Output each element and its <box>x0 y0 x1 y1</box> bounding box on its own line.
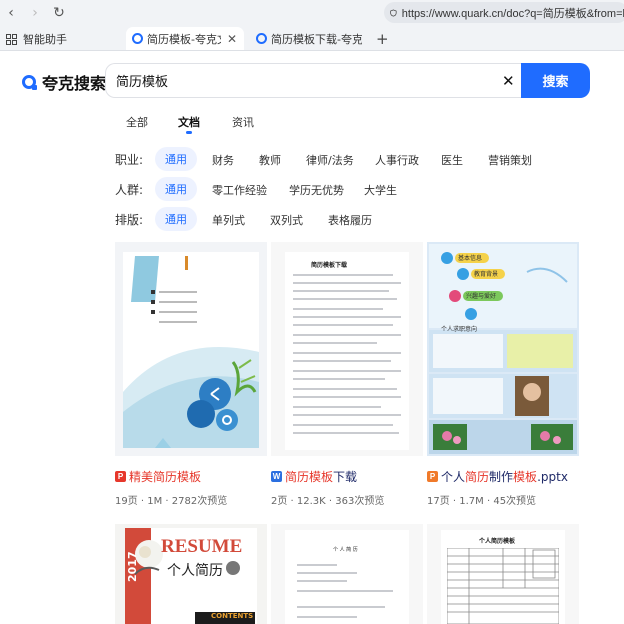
tab-docs[interactable]: 文档 <box>178 114 200 130</box>
result-meta-1: 19页 · 1M · 2782次预览 <box>115 496 228 507</box>
tab-all[interactable]: 全部 <box>126 114 148 130</box>
result-meta-3: 17页 · 1.7M · 45次预览 <box>427 496 537 507</box>
doc-heading: 个人简历模板 <box>479 538 516 545</box>
table-preview-image <box>447 548 559 624</box>
quark-favicon-icon <box>256 33 267 44</box>
resume-heading: RESUME <box>161 536 243 557</box>
title-highlight: 模板 <box>513 470 538 484</box>
result-thumbnail-5[interactable]: 个 人 简 历 <box>271 524 423 624</box>
result-thumbnail-2[interactable]: 简历模板下载 <box>271 242 423 456</box>
active-tab-indicator <box>186 131 192 134</box>
title-rest: .pptx <box>537 469 568 484</box>
crowd-option[interactable]: 通用 <box>155 177 197 201</box>
layout-option[interactable]: 通用 <box>155 207 197 231</box>
browser-toolbar: ‹ › ↻ https://www.quark.cn/doc?q=简历模板&fr… <box>0 0 624 26</box>
grid-icon <box>6 33 17 45</box>
ppt-item: 教育背景 <box>474 271 499 278</box>
job-filter-label: 职业: <box>115 153 144 167</box>
clear-icon[interactable]: ✕ <box>502 72 515 90</box>
tab-inactive[interactable]: 简历模板下载-夸克文档 <box>250 27 368 50</box>
job-option[interactable]: 财务 <box>212 152 234 168</box>
ppt-item: 兴趣与爱好 <box>466 293 497 300</box>
resume-contents: CONTENTS <box>211 612 254 620</box>
title-part: 制作 <box>489 470 514 484</box>
word-icon: W <box>271 471 282 482</box>
job-option[interactable]: 营销策划 <box>488 152 532 168</box>
url-text: https://www.quark.cn/doc?q=简历模板&from=k <box>401 7 624 20</box>
tab-active[interactable]: 简历模板-夸克文档 ✕ <box>126 27 244 50</box>
resume-preview-image <box>115 242 267 456</box>
new-tab-button[interactable]: + <box>376 30 389 48</box>
layout-filter-label: 排版: <box>115 213 144 227</box>
address-bar[interactable]: https://www.quark.cn/doc?q=简历模板&from=k <box>384 2 624 23</box>
result-thumbnail-1[interactable] <box>115 242 267 456</box>
doc-heading: 简历模板下载 <box>311 262 348 269</box>
quark-logo-icon <box>22 75 37 90</box>
tab-bar: 智能助手 简历模板-夸克文档 ✕ 简历模板下载-夸克文档 <box>0 26 624 51</box>
back-icon[interactable]: ‹ <box>2 4 20 22</box>
title-highlight: 精美简历模板 <box>129 470 202 484</box>
title-highlight: 简历 <box>465 470 490 484</box>
assistant-button[interactable]: 智能助手 <box>6 31 67 47</box>
crowd-option[interactable]: 零工作经验 <box>212 182 267 198</box>
tab-news[interactable]: 资讯 <box>232 114 254 130</box>
title-rest: 下载 <box>333 470 358 484</box>
assistant-label: 智能助手 <box>23 33 67 46</box>
pdf-icon: P <box>115 471 126 482</box>
job-option[interactable]: 律师/法务 <box>306 152 354 168</box>
job-option[interactable]: 教师 <box>259 152 281 168</box>
resume-year: 2017 <box>126 551 139 582</box>
quark-favicon-icon <box>132 33 143 44</box>
ppt-item: 基本信息 <box>458 255 483 262</box>
logo-text: 夸克搜索 <box>42 74 107 93</box>
crowd-filter-label: 人群: <box>115 183 144 197</box>
tab-label: 简历模板下载-夸克文档 <box>271 32 362 46</box>
ppt-preview-image <box>429 244 577 454</box>
search-box: ✕ <box>105 63 521 98</box>
ppt-item: 个人求职意向 <box>441 326 478 333</box>
ppt-icon: P <box>427 471 438 482</box>
job-option[interactable]: 人事行政 <box>375 152 419 168</box>
result-title-2[interactable]: W 简历模板 下载 <box>271 468 357 485</box>
tab-label: 简历模板-夸克文档 <box>147 32 221 46</box>
crowd-option[interactable]: 学历无优势 <box>289 182 344 198</box>
search-input[interactable] <box>116 64 486 97</box>
layout-option[interactable]: 单列式 <box>212 212 245 228</box>
close-tab-icon[interactable]: ✕ <box>227 32 237 46</box>
shield-icon <box>390 9 397 16</box>
search-button[interactable]: 搜索 <box>521 63 590 98</box>
job-option[interactable]: 通用 <box>155 147 197 171</box>
result-thumbnail-3[interactable]: 基本信息 教育背景 兴趣与爱好 个人求职意向 <box>427 242 579 456</box>
layout-option[interactable]: 表格履历 <box>328 212 372 228</box>
resume-subheading: 个人简历 <box>167 563 223 579</box>
quark-logo[interactable]: 夸克搜索 <box>22 70 106 94</box>
job-option[interactable]: 医生 <box>441 152 463 168</box>
layout-option[interactable]: 双列式 <box>270 212 303 228</box>
result-title-1[interactable]: P 精美简历模板 <box>115 468 201 485</box>
result-title-3[interactable]: P 个人 简历 制作 模板 .pptx <box>427 468 568 485</box>
result-meta-2: 2页 · 12.3K · 363次预览 <box>271 496 385 507</box>
crowd-option[interactable]: 大学生 <box>364 182 397 198</box>
result-thumbnail-6[interactable]: 个人简历模板 <box>427 524 579 624</box>
result-thumbnail-4[interactable]: RESUME 个人简历 2017 CONTENTS <box>115 524 267 624</box>
forward-icon[interactable]: › <box>26 4 44 22</box>
title-highlight: 简历模板 <box>285 470 334 484</box>
reload-icon[interactable]: ↻ <box>50 4 68 22</box>
title-part: 个人 <box>441 470 466 484</box>
doc-heading: 个 人 简 历 <box>333 547 358 553</box>
